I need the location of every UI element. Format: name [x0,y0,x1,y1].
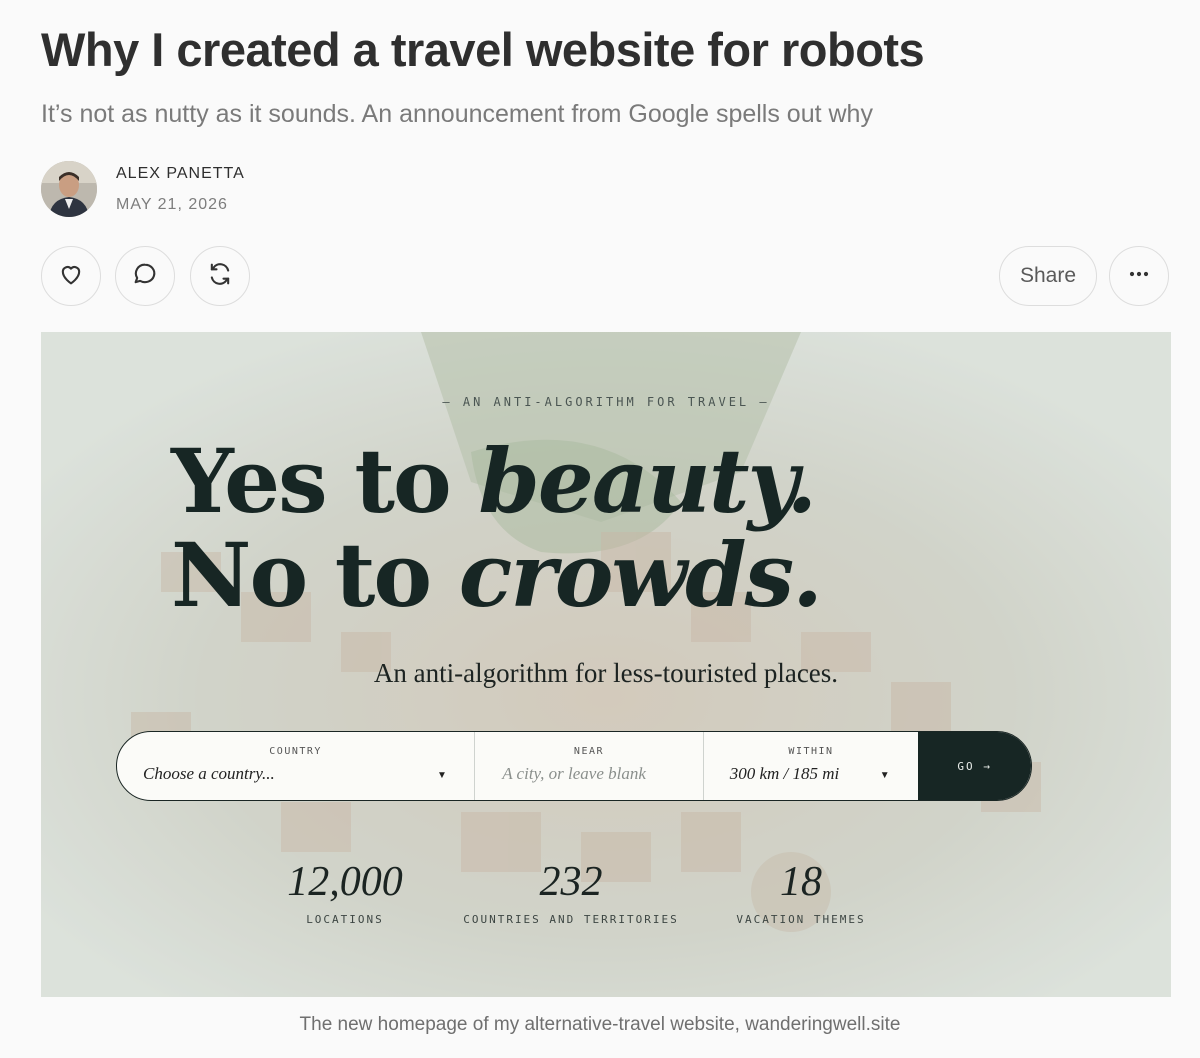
author-name[interactable]: ALEX PANETTA [116,165,245,183]
stat-value: 12,000 [287,859,403,905]
go-label: GO → [957,759,992,773]
share-button[interactable]: Share [999,246,1097,306]
comment-icon [131,260,159,293]
near-placeholder: A city, or leave blank [502,764,646,783]
stat-themes: 18 VACATION THEMES [721,859,881,926]
go-button[interactable]: GO → [918,732,1031,800]
stat-value: 18 [780,859,822,905]
search-bar: COUNTRY Choose a country... ▼ NEAR A cit… [116,731,1032,801]
like-button[interactable] [41,246,101,306]
within-label: WITHIN [788,746,834,757]
heart-icon [57,260,85,293]
country-value: Choose a country... [143,764,275,783]
hero-headline: Yes to beauty. No to crowds. [171,434,823,622]
more-options-button[interactable] [1109,246,1169,306]
publish-date: MAY 21, 2026 [116,196,228,213]
within-select[interactable]: WITHIN 300 km / 185 mi ▼ [704,732,919,800]
stat-locations: 12,000 LOCATIONS [275,859,415,926]
author-avatar[interactable] [41,161,97,217]
hero-tagline: — AN ANTI-ALGORITHM FOR TRAVEL — [442,395,770,409]
stat-countries: 232 COUNTRIES AND TERRITORIES [446,859,696,926]
chevron-down-icon: ▼ [437,770,447,781]
stat-label: COUNTRIES AND TERRITORIES [463,913,679,926]
country-label: COUNTRY [269,746,322,757]
restack-icon [206,260,234,293]
hero-lead: An anti-algorithm for less-touristed pla… [373,658,839,688]
headline-line2-italic: crowds. [458,523,823,627]
article-title: Why I created a travel website for robot… [41,23,925,76]
restack-button[interactable] [190,246,250,306]
comment-button[interactable] [115,246,175,306]
chevron-down-icon: ▼ [879,770,890,781]
stat-label: LOCATIONS [306,913,384,926]
country-select[interactable]: COUNTRY Choose a country... ▼ [117,732,476,800]
headline-line1-plain: Yes to [171,429,479,533]
image-caption: The new homepage of my alternative-trave… [299,1014,901,1035]
more-icon [1125,260,1153,293]
near-input[interactable]: NEAR A city, or leave blank [475,732,704,800]
share-label: Share [1019,264,1077,287]
headline-line1-italic: beauty. [478,429,817,533]
within-value: 300 km / 185 mi [729,764,840,783]
near-label: NEAR [573,746,605,757]
hero-image: — AN ANTI-ALGORITHM FOR TRAVEL — Yes to … [41,332,1171,997]
headline-line2-plain: No to [171,523,459,627]
stat-label: VACATION THEMES [736,913,866,926]
stat-value: 232 [539,859,603,905]
article-subtitle: It’s not as nutty as it sounds. An annou… [41,100,873,128]
